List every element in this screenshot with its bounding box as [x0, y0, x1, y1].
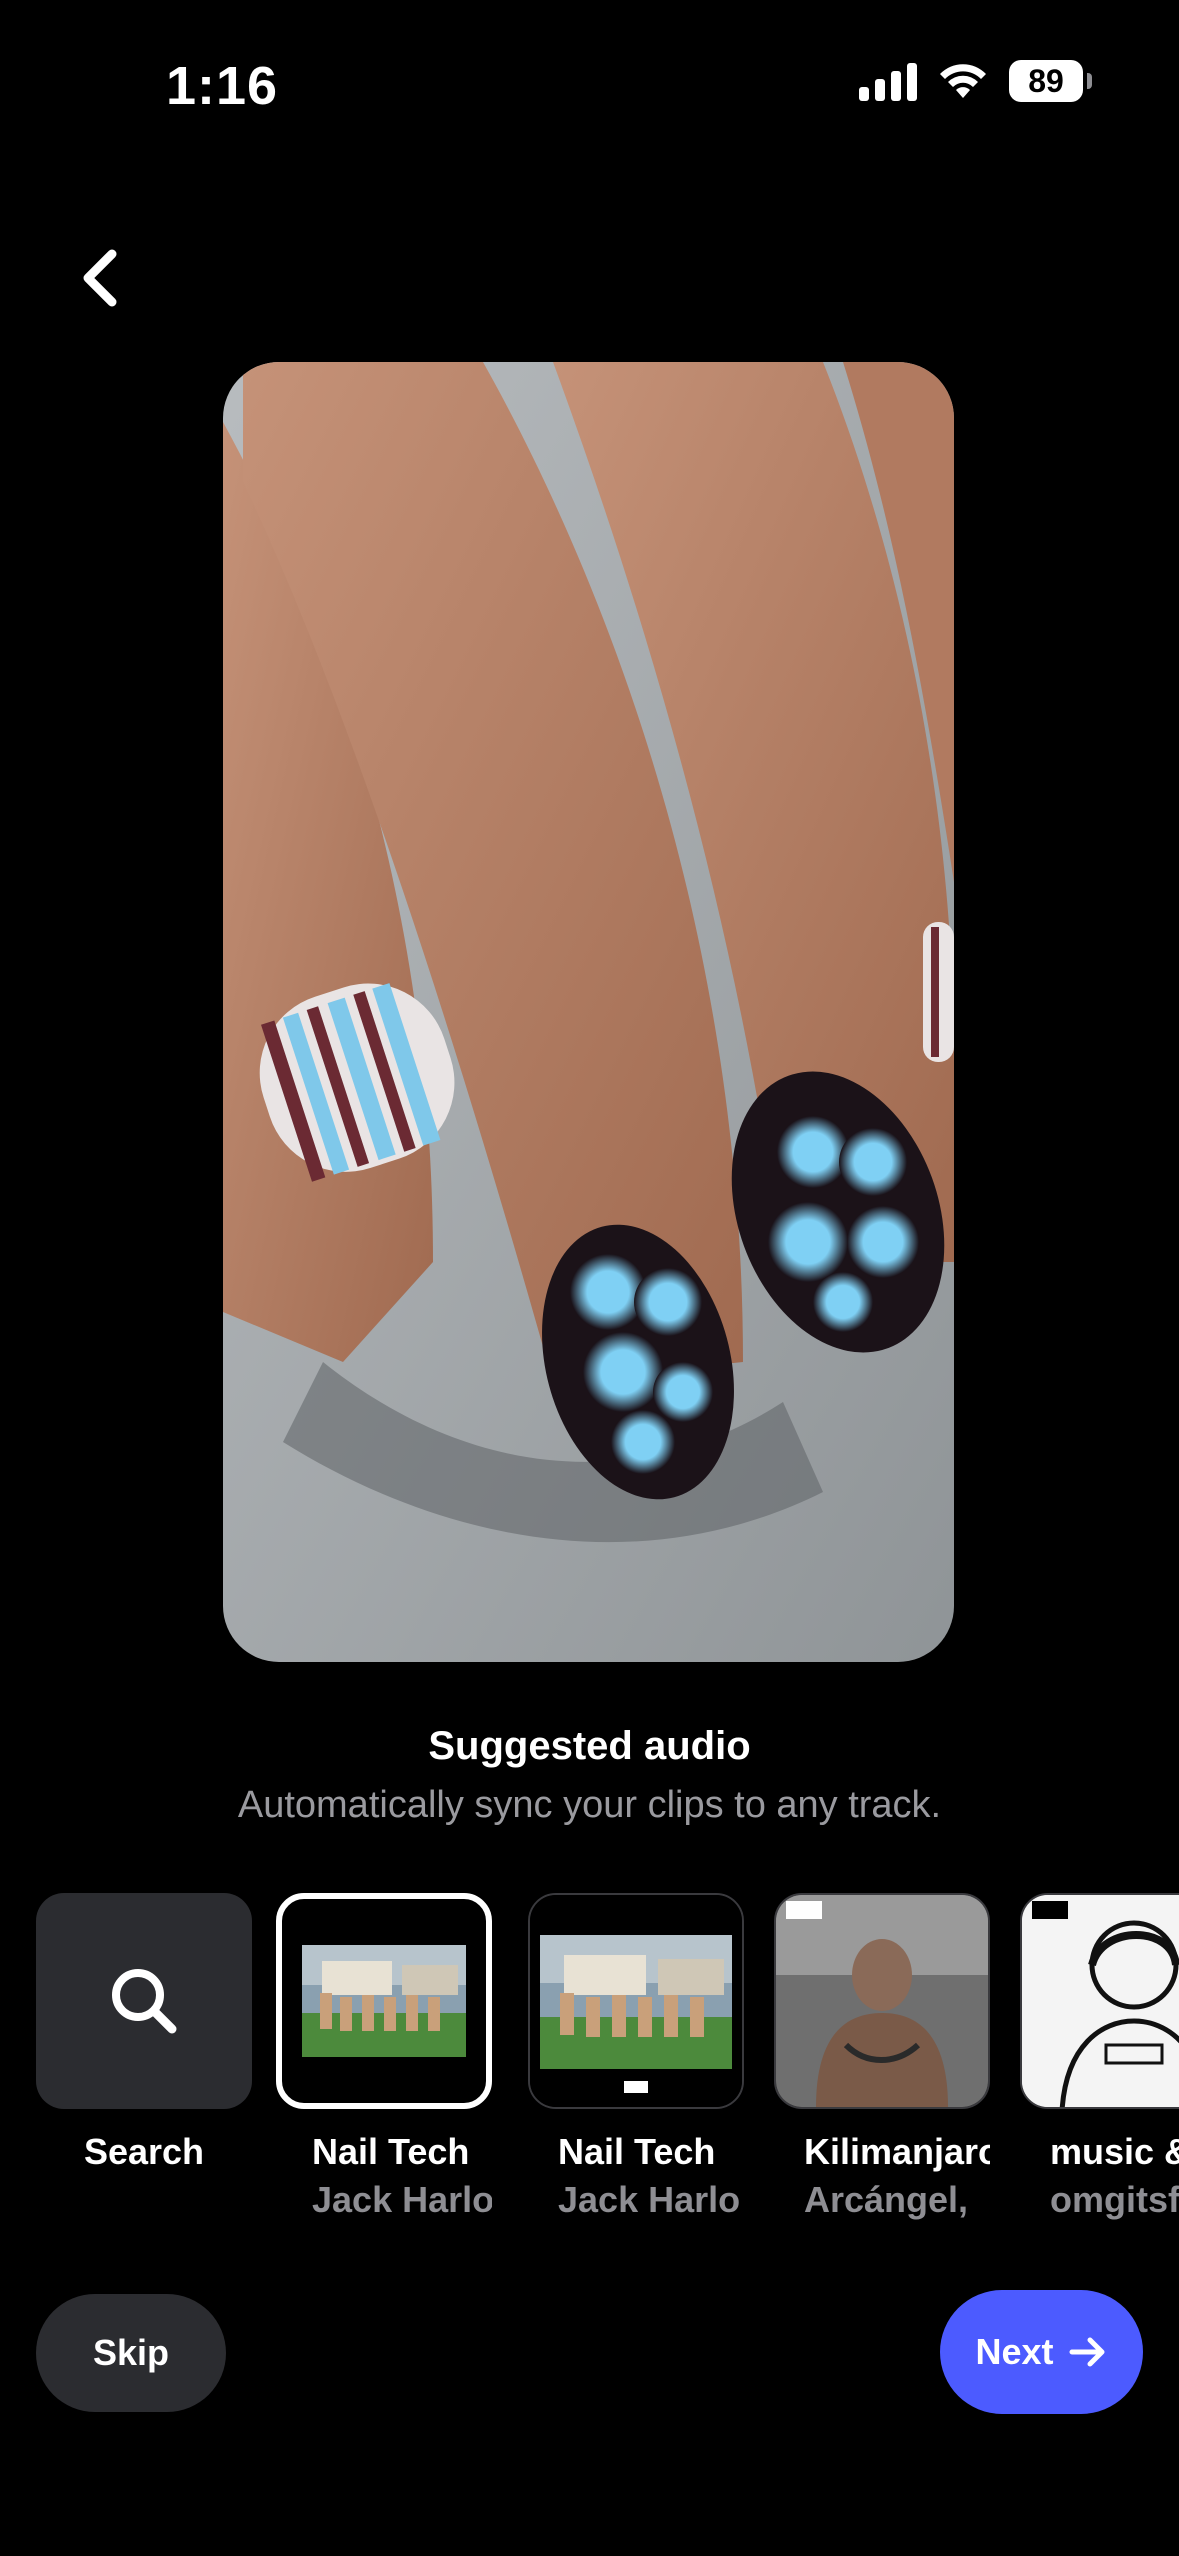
track-title: Nail Tech	[558, 2131, 716, 2172]
skip-label: Skip	[92, 2332, 170, 2373]
battery-icon: 89	[1009, 60, 1092, 102]
track-title: music &	[1050, 2131, 1179, 2172]
audio-search-tile[interactable]: Search	[36, 1893, 252, 2173]
album-art	[776, 1895, 988, 2107]
arrow-right-icon	[1069, 2337, 1105, 2367]
section-title: Suggested audio	[428, 1724, 751, 1768]
track-tile[interactable]: music & omgitsf	[1020, 1893, 1179, 2221]
album-art	[530, 1895, 742, 2107]
track-artist: Jack Harlo	[312, 2179, 492, 2220]
wifi-icon	[940, 64, 986, 98]
nail-art-image	[223, 362, 954, 1662]
album-art	[292, 1909, 476, 2093]
next-label: Next	[975, 2331, 1054, 2372]
section-subtitle: Automatically sync your clips to any tra…	[237, 1784, 942, 1826]
track-artist: Jack Harlo	[558, 2179, 741, 2220]
track-tile-selected[interactable]: Nail Tech Jack Harlo	[276, 1893, 492, 2221]
track-artist: Arcángel,	[804, 2179, 969, 2220]
status-time: 1:16	[166, 56, 279, 116]
skip-button[interactable]: Skip	[36, 2294, 226, 2412]
track-tile[interactable]: Kilimanjaro Arcángel,	[774, 1893, 990, 2221]
album-art	[1022, 1895, 1179, 2107]
cellular-signal-icon	[859, 61, 917, 101]
track-tile[interactable]: Nail Tech Jack Harlo	[528, 1893, 744, 2221]
track-title: Nail Tech	[312, 2131, 470, 2172]
track-artist: omgitsf	[1050, 2179, 1179, 2220]
next-button[interactable]: Next	[940, 2290, 1143, 2414]
search-icon	[112, 1969, 177, 2034]
back-button[interactable]	[64, 238, 136, 318]
chevron-left-icon	[83, 249, 117, 307]
track-title: Kilimanjaro	[804, 2131, 990, 2172]
battery-level: 89	[1028, 62, 1064, 99]
track-title: Search	[83, 2131, 205, 2172]
video-preview[interactable]	[223, 362, 954, 1662]
